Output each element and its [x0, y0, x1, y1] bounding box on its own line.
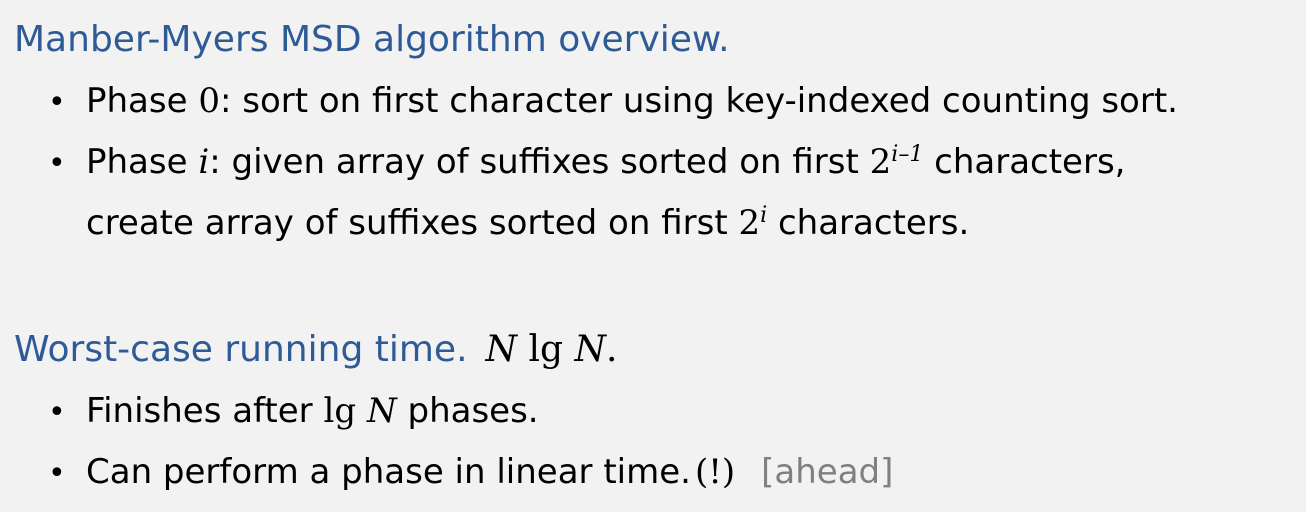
phase-number: 0: [198, 81, 220, 121]
formula-n: N: [485, 329, 518, 370]
phase-i-tail: characters,: [934, 142, 1126, 182]
phase-i-item: • Phase i: given array of suffixes sorted…: [48, 140, 1125, 186]
power-exponent: i: [760, 203, 768, 228]
formula-lg: lg: [528, 329, 564, 370]
bullet-icon: •: [48, 395, 66, 430]
phase-label: Phase: [86, 142, 188, 182]
formula-period: .: [605, 329, 618, 370]
phase-variable: i: [198, 142, 210, 182]
continuation-tail: characters.: [777, 203, 970, 243]
phase-i-text: : given array of suffixes sorted on firs…: [209, 142, 859, 182]
finishes-item: • Finishes after lg N phases.: [48, 389, 539, 435]
bullet-icon: •: [48, 456, 66, 491]
continuation-text: create array of suffixes sorted on first: [86, 203, 728, 243]
slide: Manber-Myers MSD algorithm overview. • Ph…: [0, 0, 1306, 512]
overview-heading: Manber-Myers MSD algorithm overview.: [14, 18, 730, 62]
phase-i-continuation: create array of suffixes sorted on first…: [86, 201, 969, 245]
running-time-heading: Worst-case running time. N lg N.: [14, 328, 617, 372]
bullet-icon: •: [48, 146, 66, 181]
ahead-note: [ahead]: [761, 452, 894, 492]
finishes-n: N: [366, 391, 397, 431]
formula-n: N: [574, 329, 606, 370]
bullet-icon: •: [48, 85, 66, 120]
phase-label: Phase: [86, 81, 188, 121]
running-time-formula: N lg N.: [486, 329, 618, 370]
phase-zero-text: : sort on first character using key-inde…: [219, 81, 1178, 121]
power-base: 2: [869, 142, 892, 182]
finishes-post: phases.: [407, 391, 539, 431]
exclaim-note: (!): [694, 452, 736, 492]
linear-time-text: Can perform a phase in linear time.: [86, 452, 691, 492]
running-time-heading-text: Worst-case running time.: [14, 329, 468, 370]
phase-zero-item: • Phase 0: sort on first character using …: [48, 79, 1178, 125]
finishes-lg: lg: [323, 391, 357, 431]
linear-time-item: • Can perform a phase in linear time. (!) […: [48, 450, 893, 496]
power-base: 2: [738, 203, 761, 243]
overview-heading-text: Manber-Myers MSD algorithm overview.: [14, 19, 730, 60]
power-exponent: i–1: [891, 142, 924, 167]
finishes-pre: Finishes after: [86, 391, 313, 431]
